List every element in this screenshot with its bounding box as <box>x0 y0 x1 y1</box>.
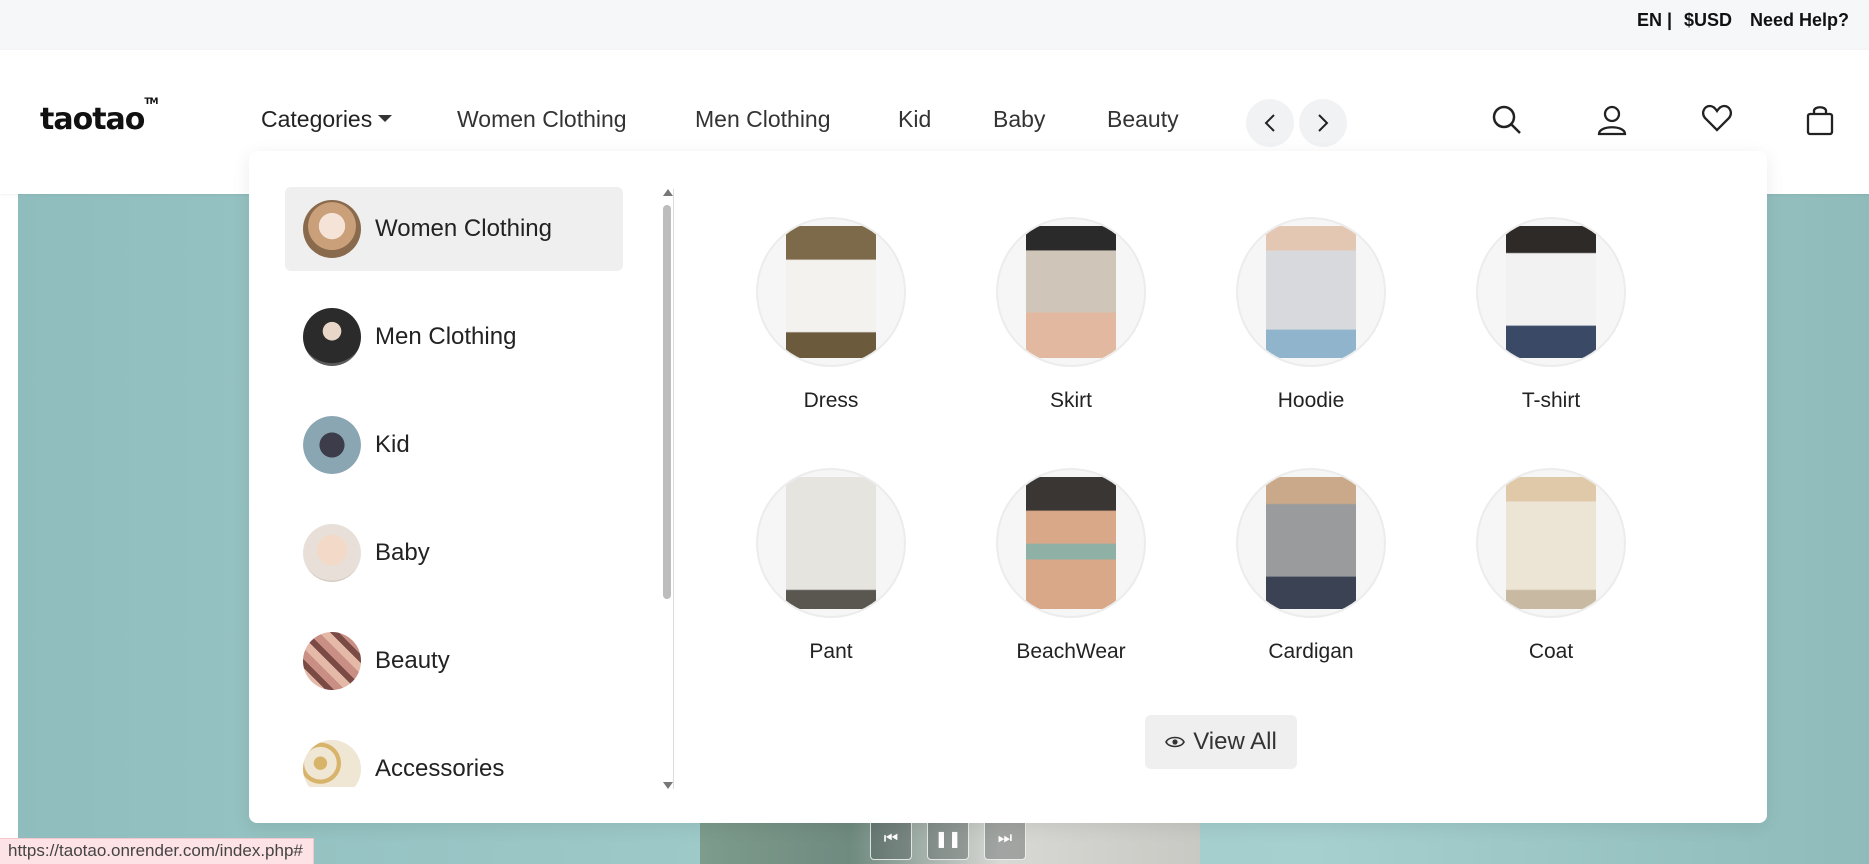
subcategory-label: Pant <box>809 640 853 663</box>
subcategory-image <box>996 468 1146 618</box>
subcategory-label: Coat <box>1528 640 1574 663</box>
category-item-accessories[interactable]: Accessories <box>285 727 623 787</box>
categories-label: Categories <box>261 106 373 132</box>
scroll-down-icon[interactable] <box>663 782 673 789</box>
category-label: Kid <box>375 431 410 458</box>
bag-icon[interactable] <box>1802 102 1838 138</box>
category-label: Men Clothing <box>375 323 517 350</box>
subcategory-image <box>1236 468 1386 618</box>
nav-beauty[interactable]: Beauty <box>1107 106 1179 133</box>
pause-icon[interactable]: ❚❚ <box>927 818 969 860</box>
kid-thumbnail <box>303 416 361 474</box>
nav-kid[interactable]: Kid <box>898 106 931 133</box>
category-scrollbar[interactable] <box>661 189 673 789</box>
subcategory-label: Dress <box>803 389 859 412</box>
eye-icon <box>1165 728 1186 756</box>
category-label: Accessories <box>375 755 505 782</box>
view-all-label: View All <box>1193 728 1277 755</box>
baby-thumbnail <box>303 524 361 582</box>
category-label: Women Clothing <box>375 215 552 242</box>
view-all-button[interactable]: View All <box>1145 715 1297 769</box>
category-label: Baby <box>375 539 430 566</box>
category-item-baby[interactable]: Baby <box>285 511 623 595</box>
chevron-left-icon[interactable] <box>1246 99 1294 147</box>
accessories-thumbnail <box>303 740 361 787</box>
category-item-kid[interactable]: Kid <box>285 403 623 487</box>
nav-men-clothing[interactable]: Men Clothing <box>695 106 831 133</box>
subcategory-dress[interactable]: Dress <box>736 217 926 413</box>
subcategory-coat[interactable]: Coat <box>1456 468 1646 664</box>
subcategory-image <box>1476 217 1626 367</box>
subcategory-image <box>756 217 906 367</box>
women-clothing-thumbnail <box>303 200 361 258</box>
subcategory-label: BeachWear <box>1016 640 1126 663</box>
category-item-men-clothing[interactable]: Men Clothing <box>285 295 623 379</box>
search-icon[interactable] <box>1489 102 1525 138</box>
heart-icon[interactable] <box>1699 100 1735 136</box>
need-help-link[interactable]: Need Help? <box>1750 10 1849 31</box>
subcategory-label: Hoodie <box>1277 389 1345 412</box>
nav-baby[interactable]: Baby <box>993 106 1045 133</box>
category-item-women-clothing[interactable]: Women Clothing <box>285 187 623 271</box>
panel-divider <box>673 189 674 789</box>
subcategory-label: T-shirt <box>1521 389 1581 412</box>
category-item-beauty[interactable]: Beauty <box>285 619 623 703</box>
subcategory-image <box>996 217 1146 367</box>
subcategory-image <box>1476 468 1626 618</box>
logo[interactable]: taotaoTM <box>40 97 159 137</box>
scrollbar-thumb[interactable] <box>663 205 671 599</box>
scroll-up-icon[interactable] <box>663 189 673 196</box>
subcategory-skirt[interactable]: Skirt <box>976 217 1166 413</box>
skip-forward-icon[interactable]: ⏭ <box>984 818 1026 860</box>
subcategory-pant[interactable]: Pant <box>736 468 926 664</box>
caret-down-icon <box>378 115 393 123</box>
subcategory-beachwear[interactable]: BeachWear <box>976 468 1166 664</box>
subcategory-image <box>1236 217 1386 367</box>
user-icon[interactable] <box>1594 102 1630 138</box>
subcategory-label: Skirt <box>1050 389 1092 412</box>
chevron-right-icon[interactable] <box>1299 99 1347 147</box>
men-clothing-thumbnail <box>303 308 361 366</box>
subcategory-hoodie[interactable]: Hoodie <box>1216 217 1406 413</box>
category-label: Beauty <box>375 647 450 674</box>
subcategory-image <box>756 468 906 618</box>
nav-women-clothing[interactable]: Women Clothing <box>457 106 627 133</box>
subcategory-t-shirt[interactable]: T-shirt <box>1456 217 1646 413</box>
currency-selector[interactable]: $USD <box>1684 10 1732 31</box>
category-list: Women Clothing Men Clothing Kid Baby Bea… <box>285 187 625 787</box>
subcategory-label: Cardigan <box>1268 640 1354 663</box>
categories-dropdown[interactable]: Categories <box>261 106 393 133</box>
subcategory-cardigan[interactable]: Cardigan <box>1216 468 1406 664</box>
beauty-thumbnail <box>303 632 361 690</box>
categories-dropdown-panel: Women Clothing Men Clothing Kid Baby Bea… <box>249 151 1767 823</box>
language-selector[interactable]: EN | <box>1637 10 1672 31</box>
status-bar-url: https://taotao.onrender.com/index.php# <box>0 838 314 864</box>
top-utility-bar: EN | $USD Need Help? <box>0 0 1869 50</box>
skip-back-icon[interactable]: ⏮ <box>870 818 912 860</box>
